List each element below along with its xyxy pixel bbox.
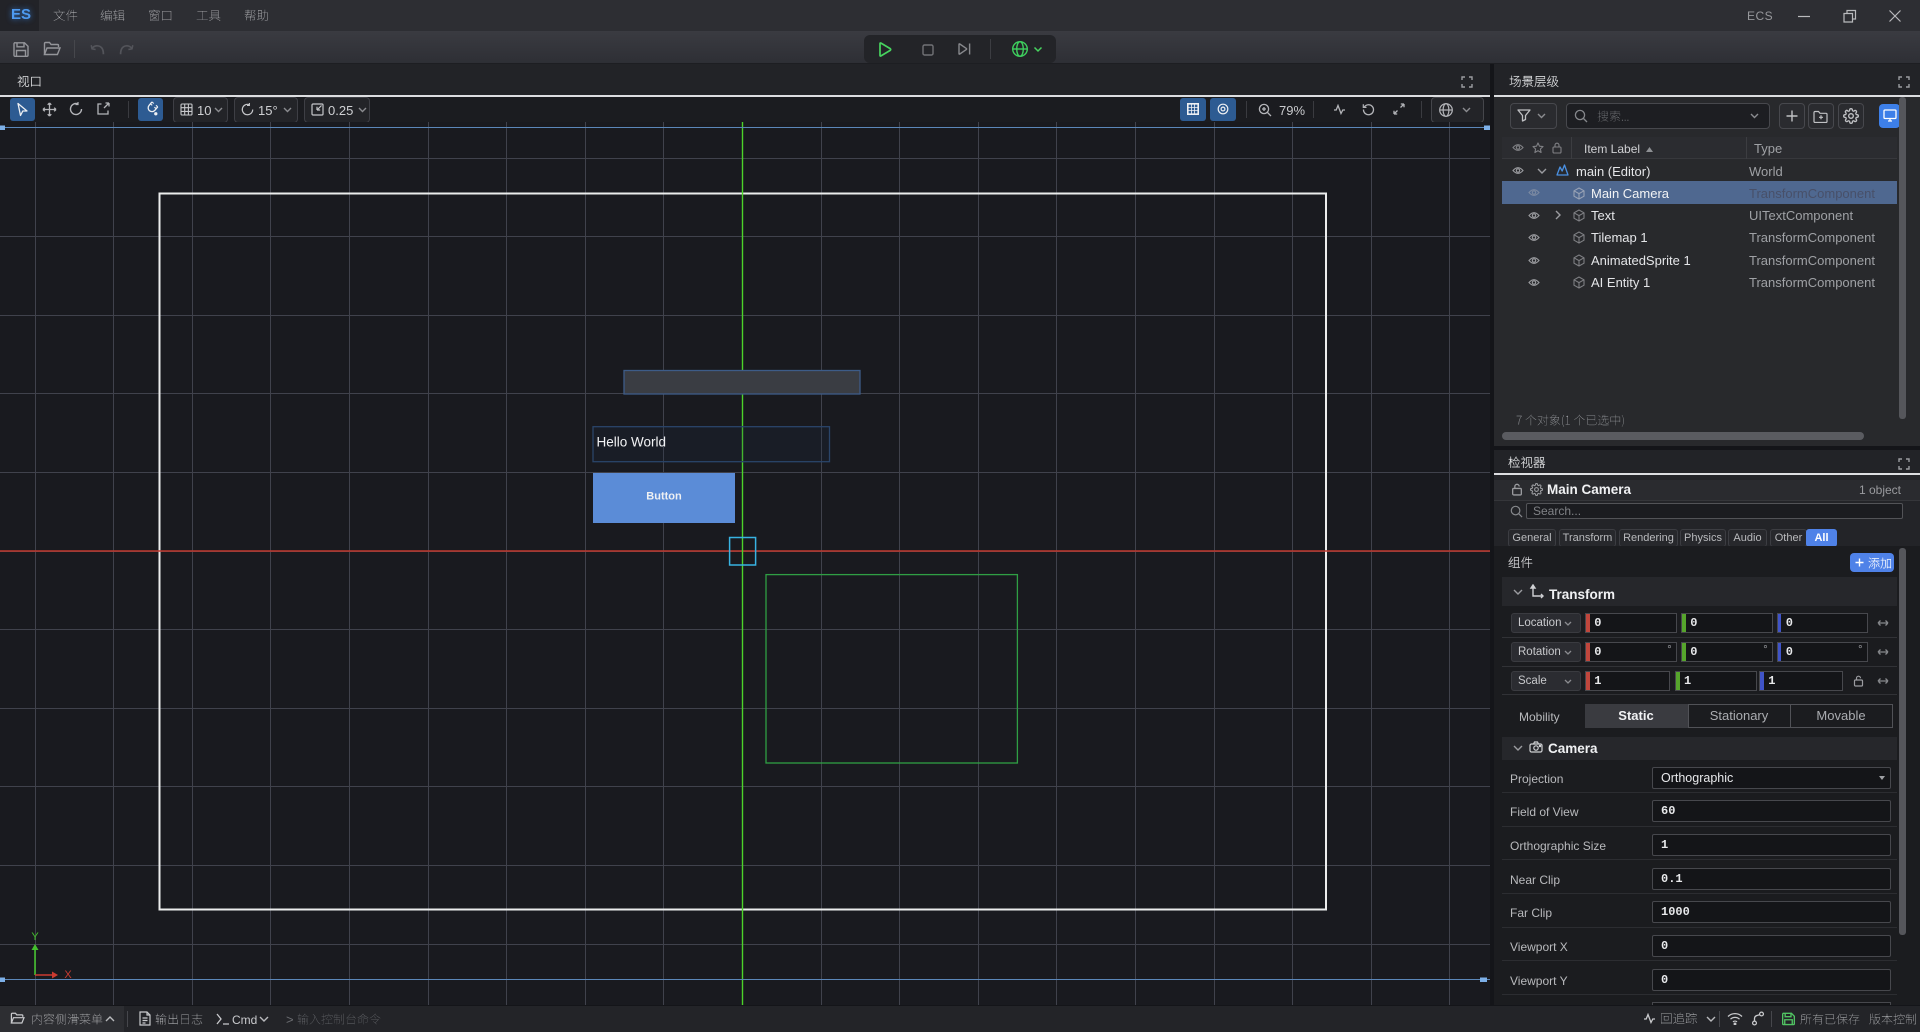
svg-text:Hello World: Hello World (597, 435, 667, 450)
svg-text:Button: Button (646, 491, 682, 503)
svg-text:X: X (64, 969, 72, 981)
svg-text:Y: Y (31, 931, 39, 943)
